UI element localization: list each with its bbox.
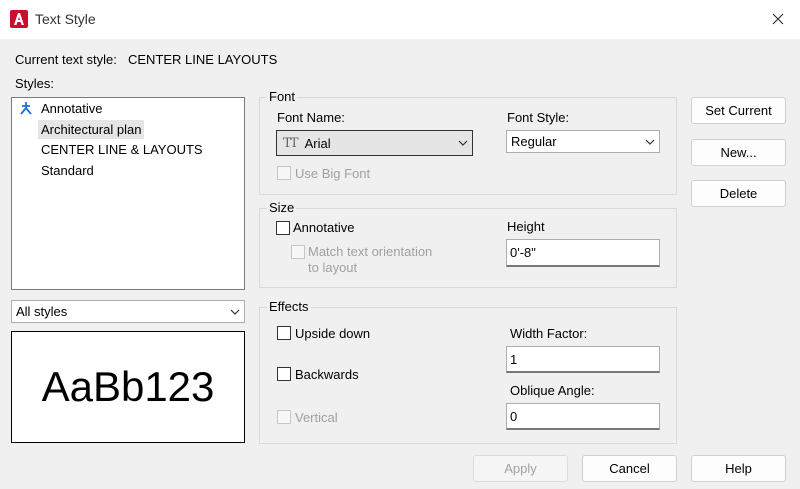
preview-text: AaBb123 [41, 363, 215, 410]
styles-label: Styles: [15, 76, 55, 91]
help-button[interactable]: Help [691, 455, 786, 482]
backwards-label: Backwards [295, 367, 359, 382]
close-icon [772, 13, 784, 25]
delete-button[interactable]: Delete [691, 180, 786, 207]
chevron-down-icon [641, 139, 659, 145]
style-item-standard[interactable]: Standard [38, 161, 97, 180]
height-input[interactable]: 0'-8" [506, 239, 660, 267]
truetype-font-icon: TT [283, 135, 299, 151]
annotative-label: Annotative [293, 220, 355, 235]
oblique-angle-input[interactable]: 0 [506, 403, 660, 430]
oblique-angle-value: 0 [510, 408, 518, 424]
styles-list[interactable]: Annotative Architectural plan CENTER LIN… [11, 97, 245, 290]
current-style-label: Current text style: [15, 52, 117, 67]
use-big-font-checkbox[interactable] [277, 166, 291, 180]
match-orientation-checkbox[interactable] [291, 245, 305, 259]
style-item-annotative[interactable]: Annotative [38, 99, 105, 118]
font-group-title: Font [267, 89, 298, 104]
set-current-button[interactable]: Set Current [691, 97, 786, 124]
height-label: Height [507, 219, 545, 234]
window-title: Text Style [35, 11, 96, 27]
font-name-value: Arial [304, 135, 331, 151]
new-button[interactable]: New... [691, 139, 786, 166]
width-factor-value: 1 [510, 351, 518, 367]
backwards-checkbox[interactable] [277, 367, 291, 381]
font-style-select[interactable]: Regular [506, 130, 660, 153]
styles-filter-select[interactable]: All styles [11, 300, 245, 323]
width-factor-label: Width Factor: [510, 326, 588, 341]
match-orientation-label-line2: to layout [308, 260, 358, 275]
title-bar: Text Style [0, 0, 800, 39]
style-item-architectural-plan[interactable]: Architectural plan [38, 120, 145, 139]
chevron-down-icon [454, 140, 472, 146]
font-style-value: Regular [511, 134, 557, 149]
upside-down-label: Upside down [295, 326, 371, 341]
size-group-title: Size [267, 200, 297, 215]
chevron-down-icon [226, 309, 244, 315]
height-value: 0'-8" [510, 245, 536, 260]
oblique-angle-label: Oblique Angle: [510, 383, 595, 398]
font-name-label: Font Name: [277, 110, 345, 125]
close-button[interactable] [764, 6, 792, 32]
upside-down-checkbox[interactable] [277, 326, 291, 340]
use-big-font-label: Use Big Font [295, 166, 371, 181]
style-preview: AaBb123 [11, 331, 245, 443]
autocad-logo-icon [10, 10, 28, 28]
annotative-checkbox[interactable] [276, 221, 290, 235]
font-style-label: Font Style: [507, 110, 570, 125]
font-name-select[interactable]: TT Arial [276, 130, 473, 156]
cancel-button[interactable]: Cancel [582, 455, 677, 482]
styles-filter-value: All styles [16, 304, 68, 319]
effects-group-title: Effects [267, 299, 311, 314]
vertical-checkbox[interactable] [277, 410, 291, 424]
style-item-center-line-layouts[interactable]: CENTER LINE & LAYOUTS [38, 140, 206, 159]
current-style-value: CENTER LINE LAYOUTS [128, 52, 278, 67]
annotative-icon [20, 102, 32, 115]
width-factor-input[interactable]: 1 [506, 346, 660, 373]
apply-button[interactable]: Apply [473, 455, 568, 482]
match-orientation-label-line1: Match text orientation [308, 244, 433, 259]
vertical-label: Vertical [295, 410, 338, 425]
